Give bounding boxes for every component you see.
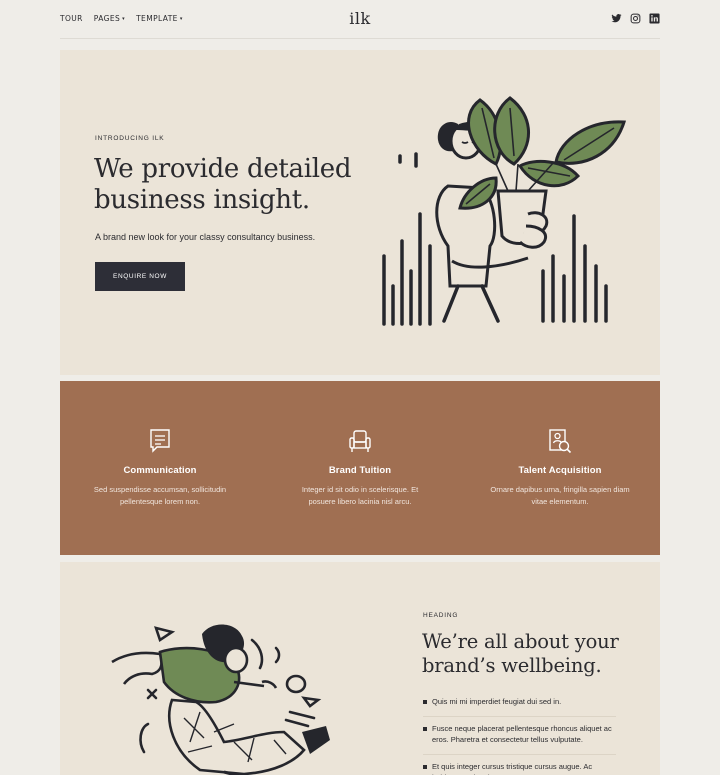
list-item: Quis mi mi imperdiet feugiat dui sed in. <box>423 696 616 717</box>
person-holding-plant-illustration <box>382 96 627 326</box>
nav-item-template[interactable]: TEMPLATE ▾ <box>136 14 183 23</box>
nav-item-pages[interactable]: PAGES ▾ <box>94 14 125 23</box>
enquire-now-button[interactable]: ENQUIRE NOW <box>95 262 185 291</box>
instagram-icon[interactable] <box>630 13 641 24</box>
feature-title: Brand Tuition <box>328 465 392 476</box>
nav-item-label: PAGES <box>93 14 121 23</box>
hero-title: We provide detailed business insight. <box>94 154 352 215</box>
site-header: TOUR PAGES ▾ TEMPLATE ▾ ilk <box>60 0 660 39</box>
site-logo[interactable]: ilk <box>349 9 370 28</box>
person-jumping-illustration <box>111 624 330 775</box>
nav-item-label: TEMPLATE <box>136 14 178 23</box>
hero-section: INTRODUCING ILK We provide detailed busi… <box>60 50 660 375</box>
feature-text: Sed suspendisse accumsan, sollicitudin p… <box>93 485 227 506</box>
nav-item-label: TOUR <box>60 14 83 23</box>
linkedin-icon[interactable] <box>649 13 660 24</box>
list-item: Et quis integer cursus tristique cursus … <box>423 761 616 775</box>
social-links <box>611 13 660 24</box>
main-nav: TOUR PAGES ▾ TEMPLATE ▾ <box>60 14 194 23</box>
hero-subtitle: A brand new look for your classy consult… <box>95 232 316 242</box>
list-item: Fusce neque placerat pellentesque rhoncu… <box>423 723 616 755</box>
about-section: HEADING We’re all about your brand’s wel… <box>60 562 660 775</box>
profile-search-icon <box>549 429 572 454</box>
chevron-down-icon: ▾ <box>122 15 126 22</box>
features-section: Communication Sed suspendisse accumsan, … <box>60 381 660 555</box>
chair-icon <box>349 430 371 452</box>
page: TOUR PAGES ▾ TEMPLATE ▾ ilk INTRODUCING … <box>0 0 720 775</box>
chevron-down-icon: ▾ <box>179 15 183 22</box>
hero-eyebrow: INTRODUCING ILK <box>95 135 165 142</box>
feature-text: Integer id sit odio in scelerisque. Et p… <box>301 485 419 506</box>
feature-title: Communication <box>123 465 197 476</box>
message-icon <box>150 429 170 453</box>
about-eyebrow: HEADING <box>423 612 459 619</box>
about-title: We’re all about your brand’s wellbeing. <box>422 630 619 677</box>
feature-text: Ornare dapibus urna, fringilla sapien di… <box>490 485 630 506</box>
about-list: Quis mi mi imperdiet feugiat dui sed in.… <box>423 696 616 775</box>
twitter-icon[interactable] <box>611 13 622 24</box>
nav-item-tour[interactable]: TOUR <box>60 14 83 23</box>
feature-title: Talent Acquisition <box>518 465 602 476</box>
